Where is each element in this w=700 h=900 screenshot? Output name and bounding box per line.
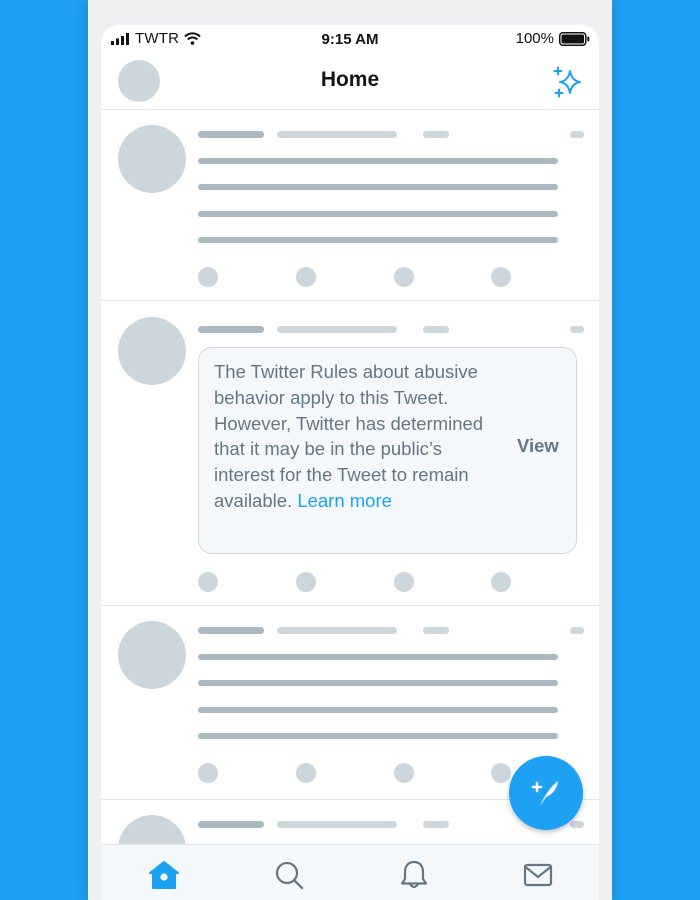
view-button[interactable]: View: [517, 435, 559, 457]
handle-placeholder: [277, 627, 397, 634]
like-action-placeholder[interactable]: [394, 267, 414, 287]
menu-placeholder: [570, 131, 584, 138]
reply-action-placeholder[interactable]: [198, 763, 218, 783]
notice-message: The Twitter Rules about abusive behavior…: [214, 361, 484, 511]
like-action-placeholder[interactable]: [394, 572, 414, 592]
time-placeholder: [423, 821, 449, 828]
phone-frame: TWTR 9:15 AM 100% Home The Twitter Rules…: [88, 0, 612, 900]
notice-text: The Twitter Rules about abusive behavior…: [214, 359, 484, 514]
handle-placeholder: [277, 821, 397, 828]
menu-placeholder: [570, 821, 584, 828]
tab-bar: [101, 844, 599, 900]
retweet-action-placeholder[interactable]: [296, 572, 316, 592]
status-right: 100%: [516, 30, 590, 47]
avatar: [118, 317, 186, 385]
text-line-placeholder: [198, 733, 558, 739]
sparkle-icon[interactable]: [549, 65, 585, 101]
compose-button[interactable]: [509, 756, 583, 830]
time-placeholder: [423, 131, 449, 138]
name-placeholder: [198, 821, 264, 828]
text-line-placeholder: [198, 654, 558, 660]
tweet-placeholder[interactable]: [101, 110, 599, 301]
text-line-placeholder: [198, 707, 558, 713]
name-placeholder: [198, 627, 264, 634]
menu-placeholder: [570, 326, 584, 333]
name-placeholder: [198, 326, 264, 333]
compose-icon: [531, 781, 558, 806]
timeline-feed[interactable]: The Twitter Rules about abusive behavior…: [101, 110, 599, 845]
name-placeholder: [198, 131, 264, 138]
time-placeholder: [423, 326, 449, 333]
page-title: Home: [320, 68, 380, 91]
reply-action-placeholder[interactable]: [198, 267, 218, 287]
avatar: [118, 815, 186, 845]
learn-more-link[interactable]: Learn more: [297, 490, 392, 511]
handle-placeholder: [277, 326, 397, 333]
time-placeholder: [423, 627, 449, 634]
status-bar: TWTR 9:15 AM 100%: [101, 25, 599, 55]
retweet-action-placeholder[interactable]: [296, 763, 316, 783]
text-line-placeholder: [198, 158, 558, 164]
text-line-placeholder: [198, 211, 558, 217]
handle-placeholder: [277, 131, 397, 138]
bell-icon[interactable]: [398, 859, 430, 891]
avatar: [118, 125, 186, 193]
mail-icon[interactable]: [522, 859, 554, 891]
tweet-with-notice[interactable]: The Twitter Rules about abusive behavior…: [101, 300, 599, 606]
text-line-placeholder: [198, 237, 558, 243]
text-line-placeholder: [198, 184, 558, 190]
menu-placeholder: [570, 627, 584, 634]
share-action-placeholder[interactable]: [491, 572, 511, 592]
battery-icon: [559, 31, 590, 46]
like-action-placeholder[interactable]: [394, 763, 414, 783]
battery-percent: 100%: [515, 30, 554, 47]
home-icon[interactable]: [148, 859, 180, 891]
text-line-placeholder: [198, 680, 558, 686]
rules-notice: The Twitter Rules about abusive behavior…: [198, 347, 577, 554]
share-action-placeholder[interactable]: [491, 267, 511, 287]
search-icon[interactable]: [273, 859, 305, 891]
reply-action-placeholder[interactable]: [198, 572, 218, 592]
retweet-action-placeholder[interactable]: [296, 267, 316, 287]
share-action-placeholder[interactable]: [491, 763, 511, 783]
avatar: [118, 621, 186, 689]
nav-header: Home: [101, 55, 599, 110]
